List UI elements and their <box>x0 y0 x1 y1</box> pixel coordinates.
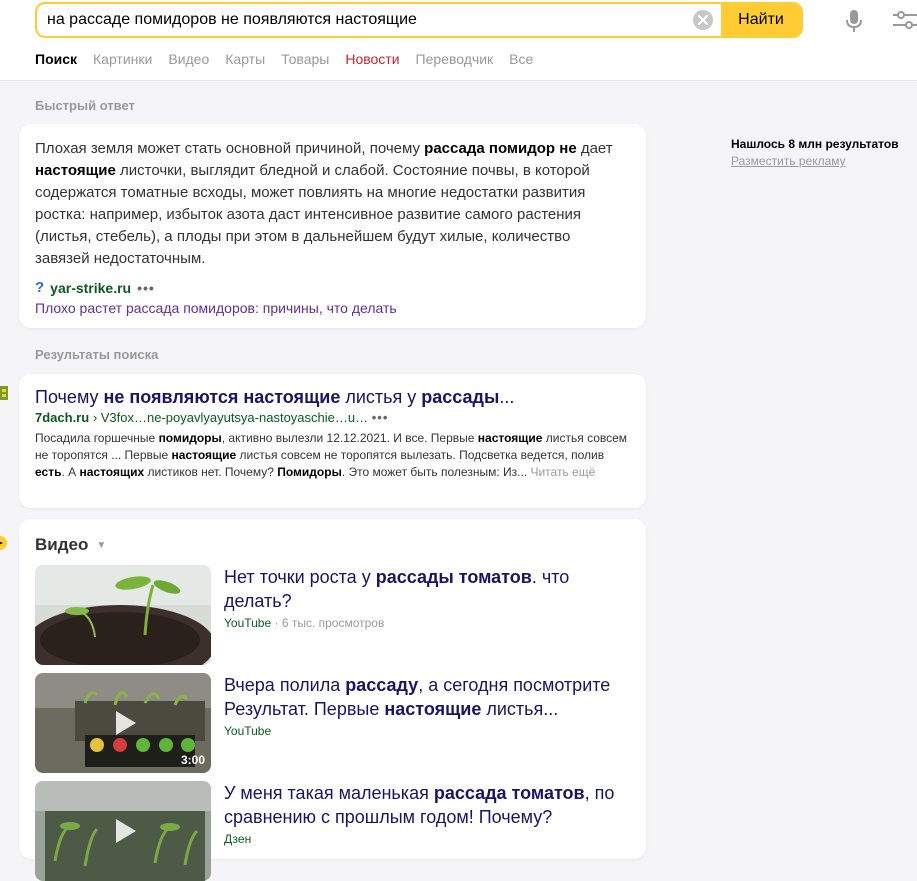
settings-button[interactable] <box>893 9 917 36</box>
advertise-link[interactable]: Разместить рекламу <box>731 154 899 168</box>
search-input[interactable] <box>47 4 687 36</box>
microphone-icon <box>846 10 862 32</box>
video-meta: Дзен <box>224 832 251 846</box>
search-result: Почему не появляются настоящие листья у … <box>19 374 646 508</box>
video-source[interactable]: YouTube <box>224 616 271 630</box>
tab-1[interactable]: Поиск <box>35 51 77 67</box>
source-host[interactable]: yar-strike.ru <box>50 280 131 296</box>
results-count: Нашлось 8 млн результатов <box>731 137 899 151</box>
quick-answer-card: Плохая земля может стать основной причин… <box>19 124 646 328</box>
seedling-image <box>35 565 211 665</box>
video-title-link[interactable]: Нет точки роста у рассады томатов. что д… <box>224 565 634 613</box>
video-section-title[interactable]: Видео ▼ <box>35 535 106 555</box>
more-options-icon[interactable]: ••• <box>372 410 389 425</box>
video-thumbnail[interactable]: 3:00 <box>35 673 211 773</box>
video-section-label: Видео <box>35 535 89 554</box>
search-box: Найти <box>35 2 803 38</box>
results-info: Нашлось 8 млн результатов Разместить рек… <box>731 137 899 168</box>
video-card: Видео ▼ Нет точки роста у рассады томато… <box>19 519 646 881</box>
result-snippet: Посадила горшечные помидоры, активно выл… <box>35 431 628 479</box>
question-icon: ? <box>35 279 45 296</box>
favicon-icon <box>0 386 8 405</box>
sliders-icon <box>893 11 917 29</box>
video-source[interactable]: YouTube <box>224 724 271 738</box>
quick-answer-title: Быстрый ответ <box>35 98 135 113</box>
seedlings-image <box>35 781 211 881</box>
result-title-link[interactable]: Почему не появляются настоящие листья у … <box>35 387 514 408</box>
caret-down-icon: ▼ <box>96 539 107 551</box>
search-button[interactable]: Найти <box>721 4 801 36</box>
video-meta: YouTube <box>224 724 271 738</box>
video-duration: 3:00 <box>180 753 205 767</box>
tab-7[interactable]: Переводчик <box>416 51 494 67</box>
results-title: Результаты поиска <box>35 347 159 362</box>
tab-6[interactable]: Новости <box>345 51 399 67</box>
video-source[interactable]: Дзен <box>224 832 251 846</box>
result-url[interactable]: 7dach.ru › V3fox…ne-poyavlyayutsya-nasto… <box>35 410 388 425</box>
result-path[interactable]: › V3fox…ne-poyavlyayutsya-nastoyaschie…u… <box>93 410 368 425</box>
quick-answer-text: Плохая земля может стать основной причин… <box>35 140 613 267</box>
video-thumbnail[interactable] <box>35 781 211 881</box>
close-icon <box>698 15 708 25</box>
video-thumbnail[interactable] <box>35 565 211 665</box>
tab-4[interactable]: Карты <box>225 51 265 67</box>
clear-search-button[interactable] <box>693 10 713 30</box>
result-host[interactable]: 7dach.ru <box>35 410 89 425</box>
tab-5[interactable]: Товары <box>281 51 329 67</box>
more-options-icon[interactable]: ••• <box>137 280 155 296</box>
tab-3[interactable]: Видео <box>168 51 209 67</box>
video-title-link[interactable]: Вчера полила рассаду, а сегодня посмотри… <box>224 673 634 721</box>
video-title-link[interactable]: У меня такая маленькая рассада томатов, … <box>224 781 634 829</box>
video-meta: YouTube · 6 тыс. просмотров <box>224 616 384 630</box>
tab-8[interactable]: Все <box>509 51 533 67</box>
voice-search-button[interactable] <box>845 9 863 38</box>
tab-2[interactable]: Картинки <box>93 51 152 67</box>
header: Найти Поиск Картинки Видео Карты Товары Новос… <box>0 0 917 81</box>
quick-answer-source[interactable]: ? yar-strike.ru ••• <box>35 279 155 296</box>
read-more-link[interactable]: Читать ещё <box>530 465 595 479</box>
video-views: · 6 тыс. просмотров <box>274 616 385 630</box>
yandex-icon <box>0 536 8 555</box>
search-tabs: Поиск Картинки Видео Карты Товары Новости Пере… <box>35 51 533 67</box>
quick-answer-link[interactable]: Плохо растет рассада помидоров: причины,… <box>35 300 397 316</box>
